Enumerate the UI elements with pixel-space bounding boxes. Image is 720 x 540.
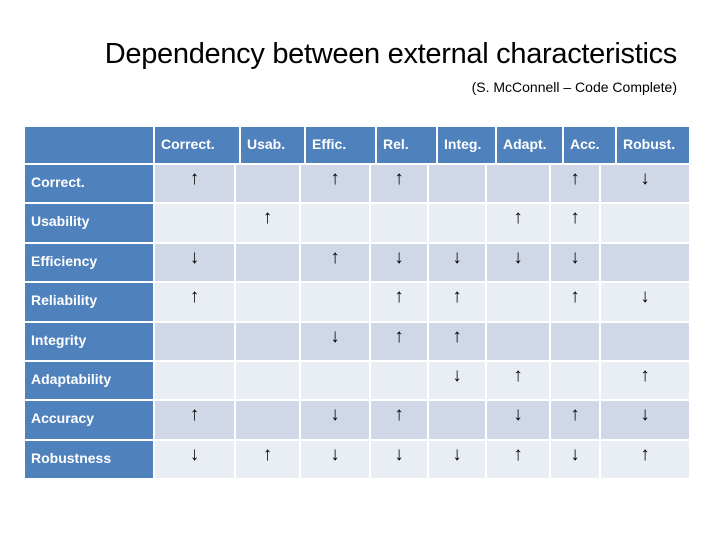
- table-cell: [155, 322, 234, 360]
- table-cell: [236, 322, 299, 360]
- arrow-up-icon: ↑: [236, 204, 299, 242]
- table-cell: [429, 401, 485, 439]
- table-row: Accuracy ↑ ↓ ↑ ↓ ↑ ↓: [25, 399, 689, 439]
- arrow-down-icon: ↓: [601, 283, 689, 321]
- column-header-usability: Usab.: [241, 127, 304, 163]
- table-cell: [601, 243, 689, 282]
- arrow-up-icon: ↑: [429, 322, 485, 360]
- row-header-accuracy: Accuracy: [25, 401, 153, 439]
- arrow-down-icon: ↓: [371, 243, 427, 282]
- arrow-up-icon: ↑: [601, 361, 689, 400]
- arrow-down-icon: ↓: [551, 440, 599, 479]
- arrow-down-icon: ↓: [301, 322, 369, 360]
- column-header-efficiency: Effic.: [306, 127, 375, 163]
- arrow-up-icon: ↑: [429, 283, 485, 321]
- arrow-down-icon: ↓: [487, 243, 549, 282]
- column-header-accuracy: Acc.: [564, 127, 615, 163]
- arrow-down-icon: ↓: [551, 243, 599, 282]
- arrow-up-icon: ↑: [601, 440, 689, 479]
- arrow-down-icon: ↓: [301, 401, 369, 439]
- table-cell: [551, 322, 599, 360]
- arrow-down-icon: ↓: [155, 440, 234, 479]
- table-cell: [551, 361, 599, 400]
- row-header-integrity: Integrity: [25, 322, 153, 360]
- arrow-down-icon: ↓: [429, 243, 485, 282]
- table-cell: [487, 322, 549, 360]
- column-header-integrity: Integ.: [438, 127, 495, 163]
- table-cell: [236, 243, 299, 282]
- table-cell: [236, 361, 299, 400]
- table-row: Usability ↑ ↑ ↑: [25, 202, 689, 242]
- slide-title: Dependency between external characterist…: [104, 38, 678, 70]
- table-row: Robustness ↓ ↑ ↓ ↓ ↓ ↑ ↓ ↑: [25, 439, 689, 479]
- table-cell: [429, 204, 485, 242]
- arrow-up-icon: ↑: [155, 283, 234, 321]
- arrow-up-icon: ↑: [487, 440, 549, 479]
- arrow-up-icon: ↑: [155, 165, 234, 203]
- table-row: Efficiency ↓ ↑ ↓ ↓ ↓ ↓: [25, 242, 689, 282]
- table-cell: [371, 361, 427, 400]
- table-cell: [236, 165, 299, 203]
- arrow-up-icon: ↑: [301, 165, 369, 203]
- table-row: Integrity ↓ ↑ ↑: [25, 321, 689, 360]
- column-header-adaptability: Adapt.: [497, 127, 562, 163]
- table-row: Correct. ↑ ↑ ↑ ↑ ↓: [25, 163, 689, 203]
- table-cell: [301, 283, 369, 321]
- column-header-robustness: Robust.: [617, 127, 689, 163]
- slide-subtitle: (S. McConnell – Code Complete): [471, 79, 677, 95]
- table-row: Adaptability ↓ ↑ ↑: [25, 360, 689, 400]
- table-cell: [236, 283, 299, 321]
- arrow-up-icon: ↑: [371, 283, 427, 321]
- table-cell: [155, 204, 234, 242]
- table-body: Correct. ↑ ↑ ↑ ↑ ↓ Usability ↑ ↑ ↑ Efficiency ↓ ↑ ↓ ↓ ↓…: [25, 163, 689, 479]
- arrow-down-icon: ↓: [155, 243, 234, 282]
- arrow-down-icon: ↓: [429, 440, 485, 479]
- table-cell: [371, 204, 427, 242]
- arrow-down-icon: ↓: [487, 401, 549, 439]
- table-cell: [301, 204, 369, 242]
- header-corner-cell: [25, 127, 153, 163]
- arrow-up-icon: ↑: [487, 361, 549, 400]
- arrow-down-icon: ↓: [371, 440, 427, 479]
- table-header-row: Correct. Usab. Effic. Rel. Integ. Adapt.…: [25, 127, 689, 163]
- arrow-down-icon: ↓: [601, 401, 689, 439]
- row-header-reliability: Reliability: [25, 283, 153, 321]
- arrow-up-icon: ↑: [371, 401, 427, 439]
- table-row: Reliability ↑ ↑ ↑ ↑ ↓: [25, 281, 689, 321]
- column-header-reliability: Rel.: [377, 127, 436, 163]
- arrow-up-icon: ↑: [301, 243, 369, 282]
- row-header-robustness: Robustness: [25, 440, 153, 479]
- table-cell: [429, 165, 485, 203]
- table-cell: [601, 322, 689, 360]
- column-header-correctness: Correct.: [155, 127, 239, 163]
- arrow-up-icon: ↑: [236, 440, 299, 479]
- row-header-correctness: Correct.: [25, 165, 153, 203]
- table-cell: [487, 165, 549, 203]
- arrow-up-icon: ↑: [551, 283, 599, 321]
- row-header-usability: Usability: [25, 204, 153, 242]
- arrow-down-icon: ↓: [301, 440, 369, 479]
- arrow-up-icon: ↑: [155, 401, 234, 439]
- arrow-up-icon: ↑: [551, 165, 599, 203]
- arrow-down-icon: ↓: [601, 165, 689, 203]
- table-cell: [301, 361, 369, 400]
- arrow-up-icon: ↑: [371, 322, 427, 360]
- arrow-up-icon: ↑: [551, 204, 599, 242]
- arrow-up-icon: ↑: [551, 401, 599, 439]
- row-header-adaptability: Adaptability: [25, 361, 153, 400]
- table-cell: [236, 401, 299, 439]
- arrow-down-icon: ↓: [429, 361, 485, 400]
- table-cell: [601, 204, 689, 242]
- arrow-up-icon: ↑: [371, 165, 427, 203]
- row-header-efficiency: Efficiency: [25, 243, 153, 282]
- table-cell: [155, 361, 234, 400]
- arrow-up-icon: ↑: [487, 204, 549, 242]
- dependency-table: Correct. Usab. Effic. Rel. Integ. Adapt.…: [25, 127, 689, 479]
- table-cell: [487, 283, 549, 321]
